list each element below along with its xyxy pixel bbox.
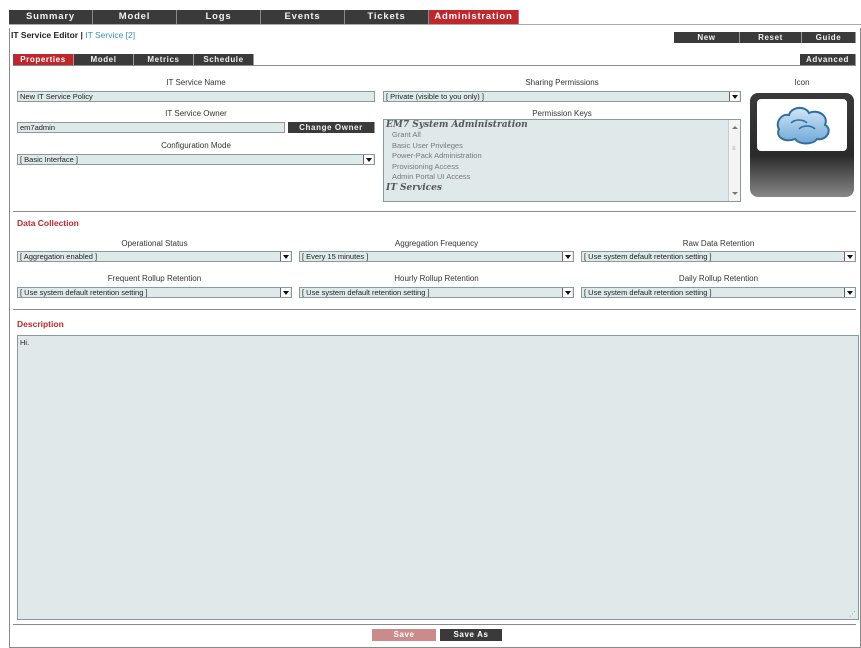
aggregation-frequency-select[interactable]: [ Every 15 minutes ] [299,251,574,262]
cloud-icon [776,107,830,145]
reset-button[interactable]: Reset [740,32,802,43]
service-name-label: IT Service Name [166,78,226,87]
daily-rollup-value: [ Use system default retention setting ] [584,288,712,297]
frequent-rollup-select[interactable]: [ Use system default retention setting ] [17,287,292,298]
service-icon-picker[interactable] [750,93,854,197]
chevron-down-icon [844,288,854,297]
daily-rollup-select[interactable]: [ Use system default retention setting ] [581,287,856,298]
frequent-rollup-value: [ Use system default retention setting ] [20,288,148,297]
perm-group-it-services: IT Services [386,182,442,193]
config-mode-value: [ Basic Interface ] [20,155,78,164]
data-collection-heading: Data Collection [17,218,79,228]
editor-toolbar: New Reset Guide [674,32,856,43]
nav-tab-logs[interactable]: Logs [177,10,261,24]
hourly-rollup-select[interactable]: [ Use system default retention setting ] [299,287,574,298]
scroll-grip-icon[interactable]: ≡ [732,146,736,152]
aggregation-frequency-label: Aggregation Frequency [394,239,479,248]
scroll-down-icon[interactable] [732,192,738,195]
icon-label: Icon [794,78,810,87]
chevron-down-icon [280,252,290,261]
chevron-down-icon [562,288,572,297]
tab-metrics[interactable]: Metrics [134,54,194,65]
description-value: Hi. [20,338,30,347]
sharing-permissions-label: Sharing Permissions [525,78,599,87]
service-owner-input[interactable]: em7admin [17,122,285,133]
change-owner-button[interactable]: Change Owner [288,122,375,133]
save-button[interactable]: Save [372,629,436,641]
resize-grip-icon[interactable]: ⋰ [849,610,856,618]
hourly-rollup-label: Hourly Rollup Retention [394,274,479,283]
chevron-down-icon [363,155,373,164]
section-divider [13,309,856,310]
nav-tab-tickets[interactable]: Tickets [345,10,429,24]
section-divider [13,211,856,212]
new-button[interactable]: New [674,32,740,43]
scroll-up-icon[interactable] [732,126,738,129]
service-name-input[interactable]: New IT Service Policy [17,91,375,102]
editor-tabs: Properties Model Metrics Schedule [13,54,254,65]
chevron-down-icon [562,252,572,261]
frequent-rollup-label: Frequent Rollup Retention [107,274,202,283]
aggregation-frequency-value: [ Every 15 minutes ] [302,252,369,261]
tabs-divider [13,65,856,66]
page-title-main: IT Service Editor | [11,30,83,40]
page-title: IT Service Editor | IT Service [2] [11,30,135,40]
save-as-button[interactable]: Save As [440,629,502,641]
nav-tab-summary[interactable]: Summary [9,10,93,24]
perm-item[interactable]: Provisioning Access [384,162,740,173]
config-mode-label: Configuration Mode [161,141,231,150]
nav-tab-events[interactable]: Events [261,10,345,24]
raw-retention-select[interactable]: [ Use system default retention setting ] [581,251,856,262]
description-textarea[interactable]: Hi. ⋰ [17,335,859,620]
perm-item[interactable]: Basic User Privileges [384,141,740,152]
raw-retention-value: [ Use system default retention setting ] [584,252,712,261]
page-title-subtitle: IT Service [2] [85,30,136,40]
daily-rollup-label: Daily Rollup Retention [678,274,759,283]
tab-schedule[interactable]: Schedule [194,54,254,65]
raw-retention-label: Raw Data Retention [682,239,755,248]
tab-properties[interactable]: Properties [13,54,74,65]
operational-status-value: [ Aggregation enabled ] [20,252,98,261]
sharing-permissions-value: [ Private (visible to you only) ] [386,92,484,101]
tab-model[interactable]: Model [74,54,134,65]
nav-divider [9,24,861,25]
permission-keys-list[interactable]: EM7 System Administration Grant All Basi… [383,119,741,202]
hourly-rollup-value: [ Use system default retention setting ] [302,288,430,297]
perm-group-em7-system-administration: EM7 System Administration [386,120,528,130]
icon-preview [757,99,847,151]
perm-item[interactable]: Grant All [384,130,740,141]
permission-keys-scrollbar[interactable]: ≡ [728,120,740,201]
service-owner-label: IT Service Owner [165,109,227,118]
perm-item[interactable]: Power-Pack Administration [384,151,740,162]
advanced-button[interactable]: Advanced [800,54,856,65]
operational-status-label: Operational Status [121,239,188,248]
footer-divider [13,624,856,625]
perm-item[interactable]: Admin Portal UI Access [384,172,740,183]
guide-button[interactable]: Guide [802,32,856,43]
nav-tab-administration[interactable]: Administration [429,10,519,24]
chevron-down-icon [280,288,290,297]
sharing-permissions-select[interactable]: [ Private (visible to you only) ] [383,91,741,102]
top-nav: Summary Model Logs Events Tickets Admini… [9,10,519,24]
permission-keys-label: Permission Keys [532,109,592,118]
description-heading: Description [17,319,64,329]
nav-tab-model[interactable]: Model [93,10,177,24]
chevron-down-icon [729,92,739,101]
chevron-down-icon [844,252,854,261]
operational-status-select[interactable]: [ Aggregation enabled ] [17,251,292,262]
config-mode-select[interactable]: [ Basic Interface ] [17,154,375,165]
